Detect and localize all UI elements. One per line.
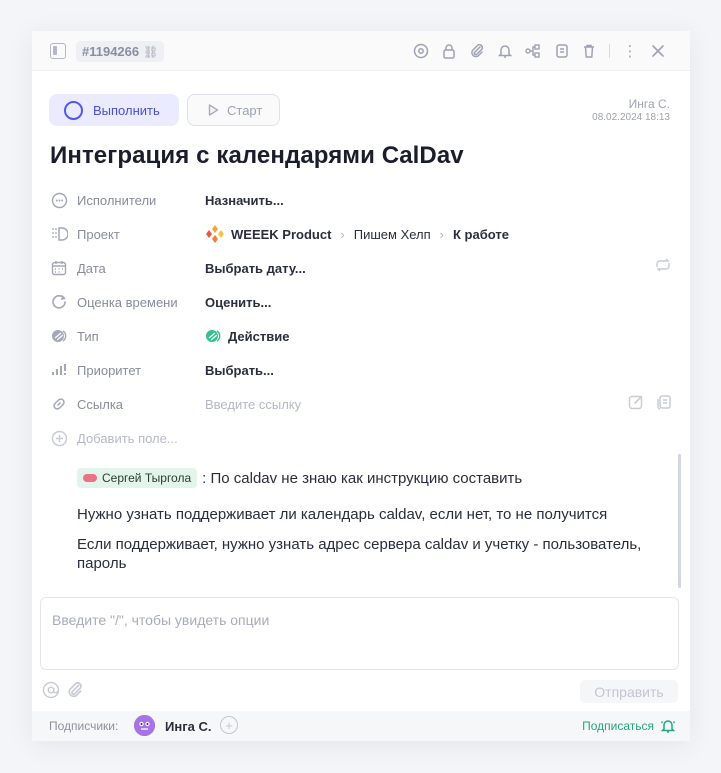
date-picker-link[interactable]: Выбрать дату... — [205, 261, 306, 276]
prop-project-label: Проект — [77, 226, 120, 242]
add-field-label: Добавить поле... — [77, 430, 178, 446]
prop-date: Дата Выбрать дату... — [50, 257, 672, 279]
sidebar-toggle-icon[interactable] — [50, 43, 66, 59]
user-mention-name: Сергей Тыргола — [102, 471, 192, 485]
subtasks-icon[interactable] — [519, 40, 547, 62]
paperclip-icon[interactable] — [463, 40, 491, 62]
prop-link-label: Ссылка — [77, 396, 124, 412]
prop-type-label: Тип — [77, 328, 99, 344]
comment-composer — [40, 597, 679, 670]
task-id-badge[interactable]: #1194266 ⛓ — [76, 41, 165, 62]
edit-icon[interactable] — [628, 394, 644, 410]
prop-estimate: Оценка времени Оценить... — [50, 291, 672, 313]
comment-line-3: Если поддерживает, нужно узнать адрес се… — [77, 536, 642, 572]
priority-icon — [50, 361, 68, 379]
user-mention[interactable]: Сергей Тыргола — [77, 468, 198, 488]
description-scrollbar[interactable] — [678, 454, 681, 588]
chevron-right-icon: › — [340, 226, 345, 242]
prop-assignees: Исполнители Назначить... — [50, 189, 672, 211]
prop-date-label: Дата — [77, 260, 106, 276]
copy-icon[interactable] — [547, 40, 575, 62]
close-icon[interactable] — [644, 40, 672, 62]
copy-icon[interactable] — [656, 394, 672, 410]
weeek-logo-icon — [206, 225, 224, 243]
task-header-bar: #1194266 ⛓ ⋮ — [32, 31, 690, 71]
subscriber-name: Инга С. — [165, 719, 212, 734]
project-path[interactable]: WEEEK Product › Пишем Хелп › К работе — [205, 224, 509, 244]
author-name: Инга С. — [628, 97, 670, 111]
plus-circle-icon — [50, 429, 68, 447]
task-id-text: #1194266 — [82, 44, 140, 59]
prop-priority: Приоритет Выбрать... — [50, 359, 672, 381]
task-title[interactable]: Интеграция с календарями CalDav — [50, 142, 464, 170]
timer-icon — [50, 293, 68, 311]
priority-link[interactable]: Выбрать... — [205, 363, 274, 378]
start-button[interactable]: Старт — [187, 94, 280, 126]
chevron-right-icon: › — [439, 226, 445, 242]
eye-icon[interactable] — [407, 40, 435, 62]
circle-check-icon — [64, 100, 83, 120]
send-button[interactable]: Отправить — [580, 680, 678, 703]
author-info: Инга С. 08.02.2024 18:13 — [592, 97, 670, 123]
avatar[interactable] — [134, 715, 155, 736]
comment-line-2: Нужно узнать поддерживает ли календарь c… — [77, 506, 608, 523]
mention-icon[interactable] — [42, 681, 60, 704]
comment-line-1: Сергей Тыргола : По caldav не знаю как и… — [77, 468, 522, 488]
type-icon — [50, 327, 68, 345]
task-description[interactable]: Сергей Тыргола : По caldav не знаю как и… — [32, 456, 690, 588]
project-icon — [50, 225, 68, 243]
prop-link: Ссылка Введите ссылку — [50, 393, 672, 415]
estimate-link[interactable]: Оценить... — [205, 295, 271, 310]
prop-assignees-label: Исполнители — [77, 192, 157, 208]
column-name: К работе — [453, 226, 509, 242]
attach-icon[interactable] — [66, 681, 84, 704]
subscribe-label: Подписаться — [582, 719, 654, 733]
type-selector[interactable]: Действие — [205, 329, 289, 344]
task-panel: #1194266 ⛓ ⋮ Выполнить Старт Инга С. 08.… — [32, 31, 690, 741]
complete-button-label: Выполнить — [93, 102, 160, 118]
repeat-icon[interactable] — [654, 258, 672, 272]
more-icon[interactable]: ⋮ — [616, 40, 644, 62]
prop-estimate-label: Оценка времени — [77, 294, 178, 310]
lock-icon[interactable] — [435, 40, 463, 62]
prop-type: Тип Действие — [50, 325, 672, 347]
subscribers-bar: Подписчики: Инга С. + Подписаться — [32, 711, 690, 741]
link-actions — [628, 394, 672, 410]
created-date: 08.02.2024 18:13 — [592, 112, 670, 123]
action-type-icon — [206, 330, 221, 342]
toolbar-divider — [609, 44, 610, 58]
bell-icon — [660, 720, 676, 733]
prop-priority-label: Приоритет — [77, 362, 142, 378]
prop-project: Проект WEEEK Product › Пишем Хелп › К ра… — [50, 223, 672, 245]
bell-icon[interactable] — [491, 40, 519, 62]
header-toolbar: ⋮ — [407, 40, 672, 62]
subscribe-button[interactable]: Подписаться — [582, 718, 676, 734]
comment-line-1-text: : По caldav не знаю как инструкцию соста… — [202, 469, 523, 487]
trash-icon[interactable] — [575, 40, 603, 62]
project-name: WEEEK Product — [231, 226, 332, 242]
start-button-label: Старт — [227, 102, 263, 118]
play-icon — [208, 104, 219, 116]
board-name: Пишем Хелп — [353, 226, 431, 242]
assignee-icon — [50, 191, 68, 209]
calendar-icon — [50, 259, 68, 277]
link-icon: ⛓ — [143, 44, 159, 59]
complete-button[interactable]: Выполнить — [49, 94, 179, 126]
add-field-row[interactable]: Добавить поле... — [50, 427, 672, 449]
subscribers-label: Подписчики: — [49, 719, 119, 733]
comment-input[interactable] — [52, 612, 662, 628]
type-value: Действие — [228, 328, 290, 344]
add-subscriber-icon[interactable]: + — [220, 716, 238, 734]
link-input[interactable]: Введите ссылку — [205, 397, 301, 412]
user-mention-icon — [83, 474, 97, 482]
assign-link[interactable]: Назначить... — [205, 193, 284, 208]
chain-link-icon — [50, 395, 68, 413]
link-placeholder: Введите ссылку — [205, 396, 302, 412]
